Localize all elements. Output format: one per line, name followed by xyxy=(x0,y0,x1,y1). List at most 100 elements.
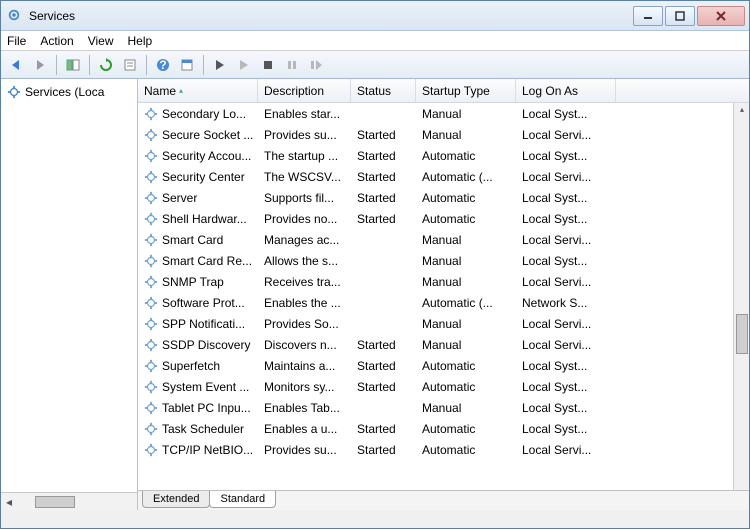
restart-service-button[interactable] xyxy=(305,54,327,76)
service-row[interactable]: Security Accou...The startup ...StartedA… xyxy=(138,145,749,166)
service-description: Receives tra... xyxy=(258,273,351,291)
service-name: SPP Notificati... xyxy=(162,317,245,331)
service-status xyxy=(351,280,416,284)
gear-icon xyxy=(144,107,158,121)
service-description: Enables a u... xyxy=(258,420,351,438)
tab-standard[interactable]: Standard xyxy=(209,491,276,508)
service-description: Monitors sy... xyxy=(258,378,351,396)
service-description: The startup ... xyxy=(258,147,351,165)
app-icon xyxy=(7,8,23,24)
tree-root-label: Services (Loca xyxy=(25,85,104,99)
tree-pane: Services (Loca xyxy=(1,79,138,492)
minimize-button[interactable] xyxy=(633,6,663,26)
service-startup: Manual xyxy=(416,252,516,270)
service-row[interactable]: Secondary Lo...Enables star...ManualLoca… xyxy=(138,103,749,124)
service-logon: Local Syst... xyxy=(516,378,616,396)
service-logon: Network S... xyxy=(516,294,616,312)
back-button[interactable] xyxy=(5,54,27,76)
show-hide-tree-button[interactable] xyxy=(62,54,84,76)
service-logon: Local Servi... xyxy=(516,315,616,333)
properties-button[interactable] xyxy=(176,54,198,76)
tree-hscrollbar[interactable]: ◂ xyxy=(1,492,137,510)
service-row[interactable]: ServerSupports fil...StartedAutomaticLoc… xyxy=(138,187,749,208)
gear-icon xyxy=(144,317,158,331)
resume-service-button[interactable] xyxy=(281,54,303,76)
tab-extended[interactable]: Extended xyxy=(142,491,210,508)
list-body[interactable]: Secondary Lo...Enables star...ManualLoca… xyxy=(138,103,749,490)
menu-file[interactable]: File xyxy=(7,34,26,48)
export-button[interactable] xyxy=(119,54,141,76)
menu-view[interactable]: View xyxy=(88,34,114,48)
service-description: Provides su... xyxy=(258,441,351,459)
maximize-button[interactable] xyxy=(665,6,695,26)
service-row[interactable]: Smart Card Re...Allows the s...ManualLoc… xyxy=(138,250,749,271)
menubar: File Action View Help xyxy=(1,31,749,51)
service-row[interactable]: Smart CardManages ac...ManualLocal Servi… xyxy=(138,229,749,250)
service-row[interactable]: SNMP TrapReceives tra...ManualLocal Serv… xyxy=(138,271,749,292)
service-startup: Automatic xyxy=(416,357,516,375)
gear-icon xyxy=(144,296,158,310)
service-name: SSDP Discovery xyxy=(162,338,250,352)
service-name: Software Prot... xyxy=(162,296,245,310)
refresh-button[interactable] xyxy=(95,54,117,76)
gear-icon xyxy=(144,128,158,142)
service-row[interactable]: TCP/IP NetBIO...Provides su...StartedAut… xyxy=(138,439,749,460)
service-description: Maintains a... xyxy=(258,357,351,375)
gear-icon xyxy=(144,191,158,205)
service-logon: Local Syst... xyxy=(516,189,616,207)
tree-root-item[interactable]: Services (Loca xyxy=(3,83,136,101)
service-row[interactable]: Secure Socket ...Provides su...StartedMa… xyxy=(138,124,749,145)
gear-icon xyxy=(144,212,158,226)
gear-icon xyxy=(144,170,158,184)
service-row[interactable]: SPP Notificati...Provides So...ManualLoc… xyxy=(138,313,749,334)
col-header-startup[interactable]: Startup Type xyxy=(416,79,516,102)
service-logon: Local Servi... xyxy=(516,231,616,249)
scroll-up-icon[interactable]: ▴ xyxy=(740,105,744,114)
close-button[interactable] xyxy=(697,6,745,26)
service-row[interactable]: SSDP DiscoveryDiscovers n...StartedManua… xyxy=(138,334,749,355)
service-startup: Manual xyxy=(416,105,516,123)
scroll-thumb[interactable] xyxy=(35,496,75,508)
vscroll-thumb[interactable] xyxy=(736,314,748,354)
service-row[interactable]: SuperfetchMaintains a...StartedAutomatic… xyxy=(138,355,749,376)
gear-icon xyxy=(144,422,158,436)
service-status xyxy=(351,259,416,263)
service-name: Security Accou... xyxy=(162,149,251,163)
gear-icon xyxy=(144,275,158,289)
service-name: Smart Card Re... xyxy=(162,254,252,268)
service-name: Task Scheduler xyxy=(162,422,244,436)
service-row[interactable]: Tablet PC Inpu...Enables Tab...ManualLoc… xyxy=(138,397,749,418)
service-startup: Manual xyxy=(416,315,516,333)
forward-button[interactable] xyxy=(29,54,51,76)
service-row[interactable]: System Event ...Monitors sy...StartedAut… xyxy=(138,376,749,397)
stop-service-button[interactable] xyxy=(233,54,255,76)
pause-service-button[interactable] xyxy=(257,54,279,76)
col-header-description[interactable]: Description xyxy=(258,79,351,102)
menu-help[interactable]: Help xyxy=(128,34,153,48)
tabs-bottom: Extended Standard xyxy=(138,490,749,510)
service-row[interactable]: Software Prot...Enables the ...Automatic… xyxy=(138,292,749,313)
col-header-logon[interactable]: Log On As xyxy=(516,79,616,102)
sort-asc-icon: ▴ xyxy=(179,86,183,95)
scroll-left-icon[interactable]: ◂ xyxy=(1,494,17,510)
service-startup: Manual xyxy=(416,231,516,249)
gear-icon xyxy=(144,359,158,373)
start-service-button[interactable] xyxy=(209,54,231,76)
service-row[interactable]: Shell Hardwar...Provides no...StartedAut… xyxy=(138,208,749,229)
service-startup: Automatic xyxy=(416,189,516,207)
service-row[interactable]: Security CenterThe WSCSV...StartedAutoma… xyxy=(138,166,749,187)
service-startup: Automatic xyxy=(416,441,516,459)
help-button[interactable]: ? xyxy=(152,54,174,76)
column-headers: Name▴ Description Status Startup Type Lo… xyxy=(138,79,749,103)
menu-action[interactable]: Action xyxy=(40,34,73,48)
service-logon: Local Servi... xyxy=(516,441,616,459)
service-startup: Automatic xyxy=(416,378,516,396)
service-status: Started xyxy=(351,336,416,354)
service-description: Enables Tab... xyxy=(258,399,351,417)
list-vscrollbar[interactable]: ▴ xyxy=(733,103,749,490)
col-header-status[interactable]: Status xyxy=(351,79,416,102)
service-status xyxy=(351,406,416,410)
service-description: Supports fil... xyxy=(258,189,351,207)
service-row[interactable]: Task SchedulerEnables a u...StartedAutom… xyxy=(138,418,749,439)
col-header-name[interactable]: Name▴ xyxy=(138,79,258,102)
